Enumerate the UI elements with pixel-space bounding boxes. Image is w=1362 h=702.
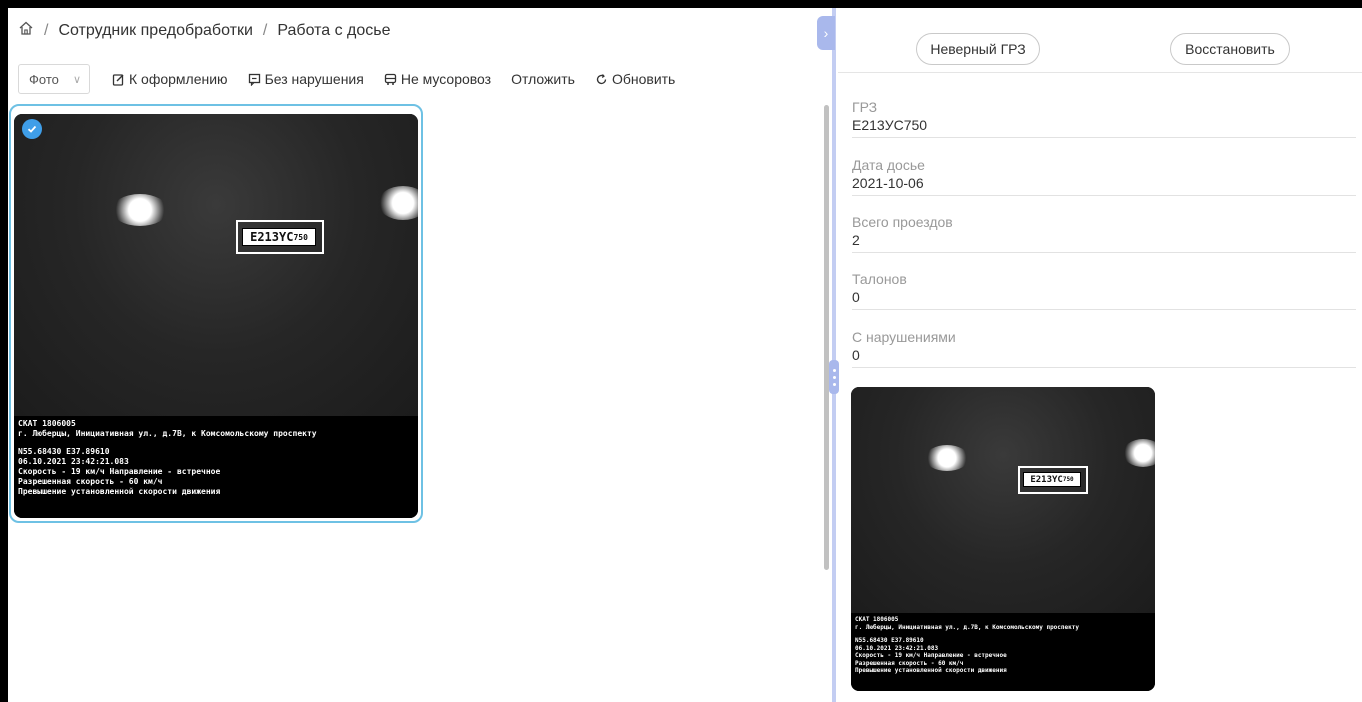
field-label: Талонов <box>852 271 907 287</box>
toolbar: Фото ∨ К оформлению Без нарушения Не мус… <box>18 64 695 94</box>
caption-violation: Превышение установленной скорости движен… <box>18 487 221 496</box>
caption-datetime: 06.10.2021 23:42:21.083 <box>18 457 129 466</box>
home-icon[interactable] <box>18 20 34 41</box>
field-value: 0 <box>852 347 860 363</box>
field-with-violations: С нарушениями 0 <box>852 329 1356 368</box>
caption-speed-limit: Разрешенная скорость - 60 км/ч <box>18 477 163 486</box>
caption-address: г. Люберцы, Инициативная ул., д.7В, к Ко… <box>855 623 1079 631</box>
field-plate: ГРЗ Е213УС750 <box>852 99 1356 138</box>
breadcrumb-separator: / <box>44 21 49 39</box>
preview-photo[interactable]: E213YC 750 СКАТ 1806005 г. Люберцы, Иници… <box>851 387 1155 691</box>
field-value: 2 <box>852 232 860 248</box>
not-garbage-truck-label: Не мусоровоз <box>400 71 492 87</box>
refresh-button[interactable]: Обновить <box>595 71 675 87</box>
license-plate: E213YC 750 <box>242 228 316 246</box>
window-top-border <box>0 0 1362 8</box>
plate-number: E213YC <box>250 230 294 244</box>
chevron-right-icon: › <box>823 25 829 41</box>
photo-card[interactable]: E213YC 750 СКАТ 1806005 г. Люберцы, Иници… <box>9 104 423 523</box>
license-plate: E213YC 750 <box>1023 472 1081 487</box>
plate-region: 750 <box>1062 476 1074 483</box>
breadcrumb: / Сотрудник предобработки / Работа с дос… <box>18 20 391 41</box>
photo-select-value: Фото <box>29 71 59 87</box>
breadcrumb-separator: / <box>262 21 268 39</box>
photo-select[interactable]: Фото ∨ <box>18 64 90 94</box>
field-value: Е213УС750 <box>852 117 928 133</box>
postpone-button[interactable]: Отложить <box>511 71 575 87</box>
caption-violation: Превышение установленной скорости движен… <box>855 667 1007 674</box>
photo-caption: СКАТ 1806005 г. Люберцы, Инициативная ул… <box>851 613 1155 691</box>
to-design-label: К оформлению <box>129 71 228 87</box>
chevron-down-icon: ∨ <box>72 73 81 86</box>
scrollbar[interactable] <box>824 105 829 570</box>
to-design-button[interactable]: К оформлению <box>112 71 228 87</box>
headlight-right <box>1123 439 1155 467</box>
postpone-label: Отложить <box>511 71 575 87</box>
headlight-right <box>378 186 418 220</box>
caption-datetime: 06.10.2021 23:42:21.083 <box>855 644 939 652</box>
caption-speed: Скорость - 19 км/ч Направление - встречн… <box>855 652 1007 659</box>
refresh-icon <box>596 73 607 84</box>
headlight-left <box>925 445 969 471</box>
night-scene: E213YC 750 <box>851 387 1155 613</box>
caption-speed: Скорость - 19 км/ч Направление - встречн… <box>18 467 221 476</box>
night-scene: E213YC 750 <box>14 114 418 416</box>
restore-button[interactable]: Восстановить <box>1170 33 1290 65</box>
wrong-plate-button[interactable]: Неверный ГРЗ <box>916 33 1040 65</box>
no-violation-label: Без нарушения <box>264 71 364 87</box>
field-label: ГРЗ <box>852 99 878 115</box>
plate-region: 750 <box>293 232 308 242</box>
collapse-panel-button[interactable]: › <box>817 16 835 50</box>
truck-icon <box>384 73 396 85</box>
field-value: 0 <box>852 289 860 305</box>
camera-photo[interactable]: E213YC 750 СКАТ 1806005 г. Люберцы, Иници… <box>14 114 418 518</box>
resize-handle[interactable] <box>829 360 839 394</box>
selected-check-icon[interactable] <box>22 119 42 139</box>
caption-device: СКАТ 1806005 <box>18 419 76 428</box>
right-panel-actions: Неверный ГРЗ Восстановить <box>838 16 1362 73</box>
field-label: Дата досье <box>852 157 925 173</box>
plate-number: E213YC <box>1030 474 1063 485</box>
caption-coordinates: N55.68430 E37.89610 <box>18 447 110 456</box>
edit-document-icon <box>112 73 124 86</box>
field-total-passes: Всего проездов 2 <box>852 214 1356 253</box>
caption-device: СКАТ 1806005 <box>855 616 899 623</box>
field-dossier-date: Дата досье 2021-10-06 <box>852 157 1356 196</box>
no-violation-button[interactable]: Без нарушения <box>248 71 364 87</box>
window-left-border <box>0 0 8 702</box>
breadcrumb-item-dossier: Работа с досье <box>277 21 391 39</box>
message-icon <box>248 73 260 86</box>
field-label: С нарушениями <box>852 329 956 345</box>
field-label: Всего проездов <box>852 214 953 230</box>
panel-divider[interactable] <box>832 8 836 702</box>
breadcrumb-item-operator[interactable]: Сотрудник предобработки <box>58 22 252 40</box>
refresh-label: Обновить <box>611 71 676 87</box>
not-garbage-truck-button[interactable]: Не мусоровоз <box>384 71 491 87</box>
photo-caption: СКАТ 1806005 г. Люберцы, Инициативная ул… <box>14 416 418 518</box>
caption-address: г. Люберцы, Инициативная ул., д.7В, к Ко… <box>18 429 317 438</box>
headlight-left <box>112 194 168 226</box>
field-tickets: Талонов 0 <box>852 271 1356 310</box>
caption-coordinates: N55.68430 E37.89610 <box>855 637 924 644</box>
field-value: 2021-10-06 <box>852 175 924 191</box>
caption-speed-limit: Разрешенная скорость - 60 км/ч <box>855 659 964 667</box>
